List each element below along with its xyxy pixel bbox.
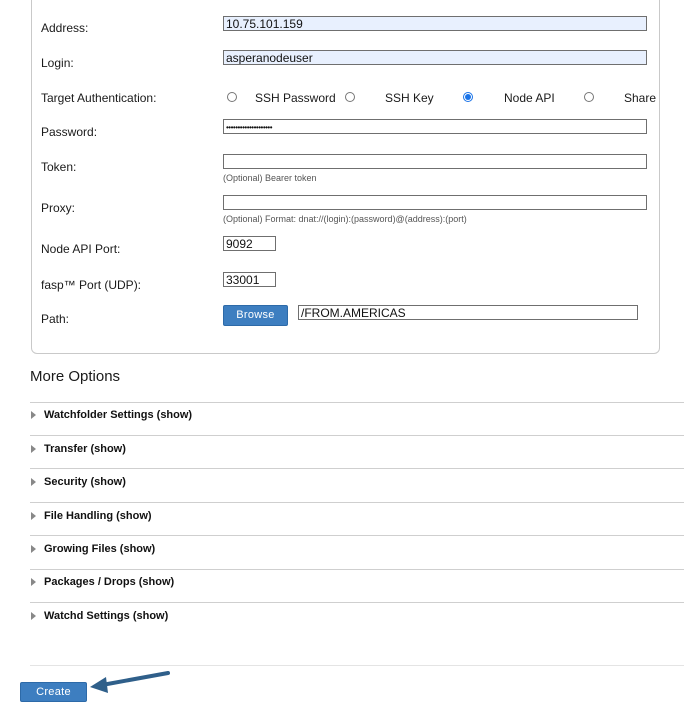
share-label: Share	[624, 91, 657, 105]
section-watchd-settings[interactable]: Watchd Settings (show)	[31, 610, 168, 622]
login-label: Login:	[41, 56, 74, 70]
divider	[30, 468, 684, 469]
ssh-password-label: SSH Password	[255, 91, 336, 105]
proxy-field[interactable]	[223, 195, 647, 210]
ssh-password-radio[interactable]	[227, 92, 237, 102]
section-label: Watchd Settings (show)	[44, 610, 169, 622]
expand-triangle-icon	[31, 411, 36, 419]
node-api-port-label: Node API Port:	[41, 242, 121, 256]
section-label: Growing Files (show)	[44, 543, 156, 555]
divider	[30, 602, 684, 603]
ssh-key-radio[interactable]	[345, 92, 355, 102]
create-button[interactable]: Create	[20, 682, 87, 702]
share-radio[interactable]	[584, 92, 594, 102]
node-api-radio[interactable]	[463, 92, 473, 102]
divider	[30, 502, 684, 503]
section-label: File Handling (show)	[44, 510, 152, 522]
proxy-label: Proxy:	[41, 201, 76, 215]
divider	[30, 569, 684, 570]
section-transfer[interactable]: Transfer (show)	[31, 443, 126, 455]
proxy-hint: (Optional) Format: dnat://(login):(passw…	[223, 214, 467, 224]
token-field[interactable]	[223, 154, 647, 169]
address-label: Address:	[41, 21, 89, 35]
expand-triangle-icon	[31, 445, 36, 453]
token-label: Token:	[41, 160, 77, 174]
ssh-key-label: SSH Key	[385, 91, 434, 105]
expand-triangle-icon	[31, 478, 36, 486]
section-watchfolder-settings[interactable]: Watchfolder Settings (show)	[31, 409, 192, 421]
expand-triangle-icon	[31, 578, 36, 586]
password-field[interactable]: ••••••••••••••••••••	[223, 119, 647, 134]
path-label: Path:	[41, 312, 70, 326]
section-file-handling[interactable]: File Handling (show)	[31, 510, 152, 522]
node-api-port-field[interactable]: 9092	[223, 236, 276, 251]
path-field[interactable]: /FROM.AMERICAS	[298, 305, 638, 320]
fasp-port-field[interactable]: 33001	[223, 272, 276, 287]
node-api-label: Node API	[504, 91, 555, 105]
divider	[30, 665, 684, 666]
section-label: Security (show)	[44, 476, 126, 488]
browse-button[interactable]: Browse	[223, 305, 288, 326]
expand-triangle-icon	[31, 512, 36, 520]
section-label: Packages / Drops (show)	[44, 576, 175, 588]
section-label: Transfer (show)	[44, 443, 126, 455]
section-packages-drops[interactable]: Packages / Drops (show)	[31, 576, 174, 588]
target-auth-label: Target Authentication:	[41, 91, 157, 105]
login-field[interactable]: asperanodeuser	[223, 50, 647, 65]
divider	[30, 402, 684, 403]
password-label: Password:	[41, 125, 98, 139]
address-field[interactable]: 10.75.101.159	[223, 16, 647, 31]
divider	[30, 535, 684, 536]
section-label: Watchfolder Settings (show)	[44, 409, 193, 421]
divider	[30, 435, 684, 436]
expand-triangle-icon	[31, 612, 36, 620]
more-options-title: More Options	[30, 368, 121, 385]
section-growing-files[interactable]: Growing Files (show)	[31, 543, 155, 555]
token-hint: (Optional) Bearer token	[223, 173, 317, 183]
section-security[interactable]: Security (show)	[31, 476, 126, 488]
fasp-port-label: fasp™ Port (UDP):	[41, 278, 142, 292]
arrow-annotation-icon	[90, 671, 170, 693]
expand-triangle-icon	[31, 545, 36, 553]
